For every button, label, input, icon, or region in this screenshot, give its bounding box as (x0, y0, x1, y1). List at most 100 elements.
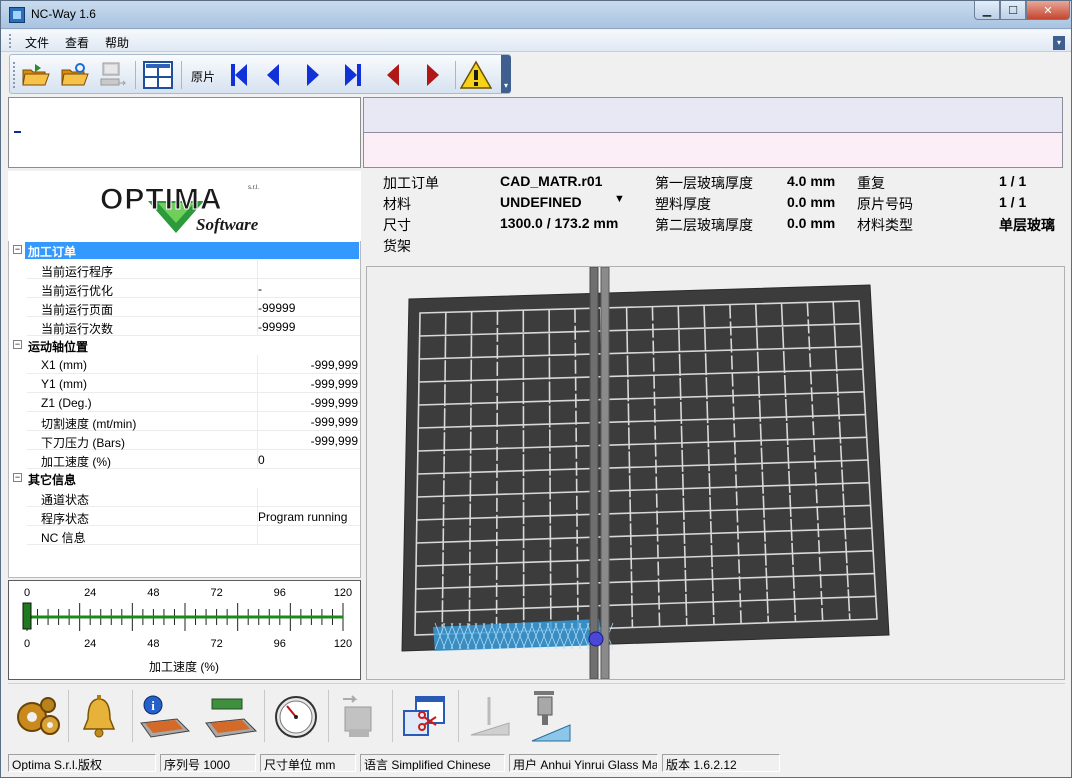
gauge-tick-label: 120 (334, 587, 352, 599)
gauge-tick-label: 72 (210, 587, 222, 599)
grid-view-button[interactable] (142, 59, 174, 91)
info-strip-top (363, 97, 1063, 133)
back-red-button[interactable] (377, 59, 409, 91)
tree-row-key: 切割速度 (mt/min) (41, 417, 137, 431)
layer1-label: 第一层玻璃厚度 (655, 175, 753, 191)
title-bar[interactable]: NC-Way 1.6 ▁ ☐ ✕ (1, 1, 1071, 29)
toolbar-separator (328, 690, 329, 742)
collapse-icon[interactable]: − (13, 245, 22, 254)
back-red-icon (387, 64, 399, 86)
cutting-head-marker[interactable] (588, 631, 604, 647)
pressure-gauge-icon (275, 696, 317, 738)
machine-table-button[interactable] (201, 689, 259, 745)
logo-sub-text: Software (196, 215, 259, 234)
tree-row[interactable]: X1 (mm) -999,999 (27, 355, 360, 374)
menu-file[interactable]: 文件 (25, 34, 49, 51)
toolbar-overflow-chevron-icon[interactable]: ▾ (501, 55, 511, 93)
tree-row-divider (257, 488, 258, 507)
tree-row-value: 0 (258, 453, 265, 467)
sheet-label: 原片 (191, 70, 216, 84)
bottom-toolbar: i (8, 683, 1065, 749)
previous-icon (267, 64, 279, 86)
toolbar-separator (132, 690, 133, 742)
menu-grip[interactable] (9, 34, 12, 48)
tree-row[interactable]: Z1 (Deg.) -999,999 (27, 393, 360, 412)
grid-view-icon (143, 61, 173, 89)
optima-logo: OPTIMA Software s.r.l. (8, 171, 361, 241)
open-folder-button[interactable] (20, 59, 52, 91)
minimize-button[interactable]: ▁ (974, 1, 1000, 20)
collapse-icon[interactable]: − (13, 340, 22, 349)
cut-window-button[interactable] (395, 689, 453, 745)
machine-info-button[interactable]: i (136, 689, 194, 745)
tree-row-key: 加工速度 (%) (41, 455, 111, 469)
forward-red-icon (427, 64, 439, 86)
collapse-icon[interactable]: − (13, 473, 22, 482)
cutting-head-button[interactable] (519, 689, 577, 745)
forward-red-button[interactable] (417, 59, 449, 91)
tree-group-other-info[interactable]: − 其它信息 (9, 469, 360, 488)
size-label: 尺寸 (383, 217, 411, 233)
tree-row-key: 当前运行页面 (41, 303, 114, 317)
size-value: 1300.0 / 173.2 mm (500, 215, 619, 231)
menu-help[interactable]: 帮助 (105, 34, 129, 51)
parameters-button[interactable] (8, 689, 66, 745)
tree-row-value: - (258, 282, 262, 296)
previous-sheet-button[interactable] (257, 59, 289, 91)
disabled-machine-button[interactable] (330, 689, 388, 745)
close-button[interactable]: ✕ (1026, 1, 1070, 20)
disabled-cutter-button[interactable] (460, 689, 518, 745)
tree-row[interactable]: 程序状态 Program running (27, 507, 360, 526)
material-value[interactable]: UNDEFINED (500, 194, 582, 210)
machine-viewport[interactable] (366, 266, 1065, 680)
last-sheet-button[interactable] (337, 59, 369, 91)
tree-row[interactable]: 下刀压力 (Bars) -999,999 (27, 431, 360, 450)
status-user: 用户 Anhui Yinrui Glass Ma (509, 754, 658, 772)
repeat-value: 1 / 1 (999, 173, 1027, 189)
tree-row[interactable]: 切割速度 (mt/min) -999,999 (27, 412, 360, 431)
gauge-pointer[interactable] (22, 602, 32, 630)
tree-group-axis-position[interactable]: − 运动轴位置 (9, 336, 360, 355)
tree-row[interactable]: NC 信息 (27, 526, 360, 545)
first-sheet-button[interactable] (223, 59, 255, 91)
material-dropdown-chevron-icon[interactable]: ▼ (614, 193, 625, 205)
pressure-button[interactable] (267, 689, 325, 745)
tree-row[interactable]: 当前运行程序 (27, 260, 360, 279)
next-sheet-button[interactable] (297, 59, 329, 91)
sheet-number-value: 1 / 1 (999, 194, 1027, 210)
maximize-button[interactable]: ☐ (1000, 1, 1026, 20)
app-icon[interactable] (9, 7, 25, 23)
last-icon (345, 64, 361, 86)
send-computer-button[interactable] (98, 59, 130, 91)
status-version: 版本 1.6.2.12 (662, 754, 780, 772)
tree-row-value: -99999 (258, 301, 296, 315)
toolbar-grip[interactable] (13, 62, 15, 88)
gauge-tick-label: 24 (84, 638, 96, 650)
tree-row[interactable]: 通道状态 (27, 488, 360, 507)
open-refresh-button[interactable] (59, 59, 91, 91)
tree-row[interactable]: Y1 (mm) -999,999 (27, 374, 360, 393)
logo-mark-text: s.r.l. (248, 185, 259, 191)
menu-overflow-chevron-icon[interactable]: ▾ (1053, 36, 1065, 50)
tree-row-value: -999,999 (310, 415, 358, 429)
status-bar: Optima S.r.l.版权 序列号 1000 尺寸单位 mm 语言 Simp… (8, 753, 1065, 773)
tree-row-key: Y1 (mm) (41, 377, 87, 391)
toolbar-separator (135, 61, 136, 89)
menu-view[interactable]: 查看 (65, 34, 89, 51)
gears-icon (17, 697, 60, 735)
tree-group-order[interactable]: − 加工订单 (9, 241, 360, 260)
optima-logo-graphic: OPTIMA Software s.r.l. (100, 183, 260, 235)
tree-row[interactable]: 当前运行页面 -99999 (27, 298, 360, 317)
warning-button[interactable] (460, 59, 492, 91)
layer2-value: 0.0 mm (787, 215, 836, 231)
tree-row[interactable]: 当前运行次数 -99999 (27, 317, 360, 336)
tree-row[interactable]: 加工速度 (%) 0 (27, 450, 360, 469)
alarm-bell-button[interactable] (70, 689, 128, 745)
open-folder-icon (22, 64, 50, 86)
toolbar-separator (68, 690, 69, 742)
tree-row[interactable]: 当前运行优化 - (27, 279, 360, 298)
status-serial: 序列号 1000 (160, 754, 256, 772)
sheet-number-label: 原片号码 (857, 196, 913, 212)
tree-row-key: 当前运行次数 (41, 322, 114, 336)
material-label: 材料 (383, 196, 411, 212)
